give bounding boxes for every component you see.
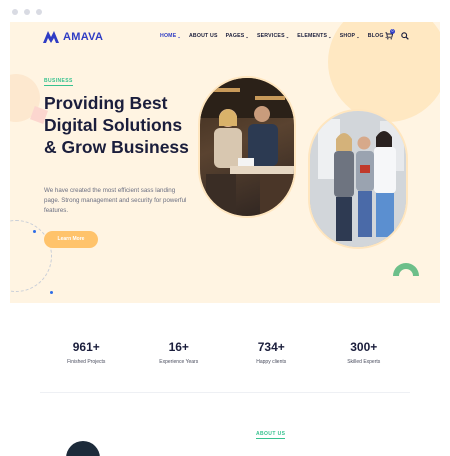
logo-text: AMAVA	[63, 31, 104, 43]
hero-section: AMAVA HOME ⌄ ABOUT US PAGES ⌄ SERVICES ⌄ EL…	[10, 22, 440, 303]
hero-photo-team	[308, 109, 408, 249]
chevron-down-icon: ⌄	[245, 33, 249, 39]
stats-row: 961+ Finished Projects 16+ Experience Ye…	[40, 340, 410, 365]
browser-window-dots	[12, 9, 42, 15]
nav-item-services[interactable]: SERVICES ⌄	[257, 33, 289, 39]
nav-item-elements[interactable]: ELEMENTS ⌄	[297, 33, 331, 39]
site-header: AMAVA HOME ⌄ ABOUT US PAGES ⌄ SERVICES ⌄ EL…	[10, 22, 440, 52]
hero-description: We have created the most efficient sass …	[44, 187, 187, 214]
stat-value: 961+	[72, 340, 100, 354]
stat-label: Skilled Experts	[347, 359, 381, 365]
chevron-down-icon: ⌄	[177, 33, 181, 39]
about-eyebrow: ABOUT US	[256, 431, 286, 439]
chevron-down-icon: ⌄	[356, 33, 360, 39]
cart-count-badge: 0	[390, 29, 395, 34]
hero-eyebrow: BUSINESS	[44, 78, 73, 86]
stat-value: 16+	[168, 340, 189, 354]
team-illustration	[310, 111, 406, 247]
window-dot	[24, 9, 30, 15]
decorative-dot	[33, 230, 36, 233]
hero-photo-meeting	[198, 76, 296, 218]
stat-label: Finished Projects	[67, 359, 106, 365]
logo[interactable]: AMAVA	[42, 30, 103, 44]
nav-item-home[interactable]: HOME ⌄	[160, 33, 181, 39]
about-image-shape	[66, 441, 100, 456]
nav-item-shop[interactable]: SHOP ⌄	[340, 33, 360, 39]
main-nav: HOME ⌄ ABOUT US PAGES ⌄ SERVICES ⌄ ELEMENTS…	[160, 33, 388, 39]
decorative-dashed-arc	[10, 220, 52, 292]
chevron-down-icon: ⌄	[285, 33, 290, 39]
stat-label: Happy clients	[256, 359, 287, 365]
stat-item: 300+ Skilled Experts	[318, 340, 411, 365]
learn-more-button[interactable]: Learn More	[44, 231, 98, 248]
decorative-arch-icon	[393, 263, 419, 276]
chevron-down-icon: ⌄	[328, 33, 332, 39]
meeting-illustration	[200, 78, 294, 216]
stat-label: Experience Years	[159, 359, 199, 365]
nav-item-about[interactable]: ABOUT US	[189, 33, 218, 39]
stat-item: 734+ Happy clients	[225, 340, 318, 365]
nav-item-pages[interactable]: PAGES ⌄	[226, 33, 249, 39]
search-icon[interactable]	[401, 32, 409, 40]
section-divider	[40, 392, 410, 393]
hero-title: Providing Best Digital Solutions & Grow …	[44, 93, 189, 157]
window-dot	[12, 9, 18, 15]
stat-value: 734+	[257, 340, 285, 354]
logo-mark-icon	[43, 31, 59, 43]
stat-item: 961+ Finished Projects	[40, 340, 133, 365]
stat-item: 16+ Experience Years	[133, 340, 226, 365]
window-dot	[36, 9, 42, 15]
decorative-dot	[50, 291, 53, 294]
stat-value: 300+	[350, 340, 378, 354]
